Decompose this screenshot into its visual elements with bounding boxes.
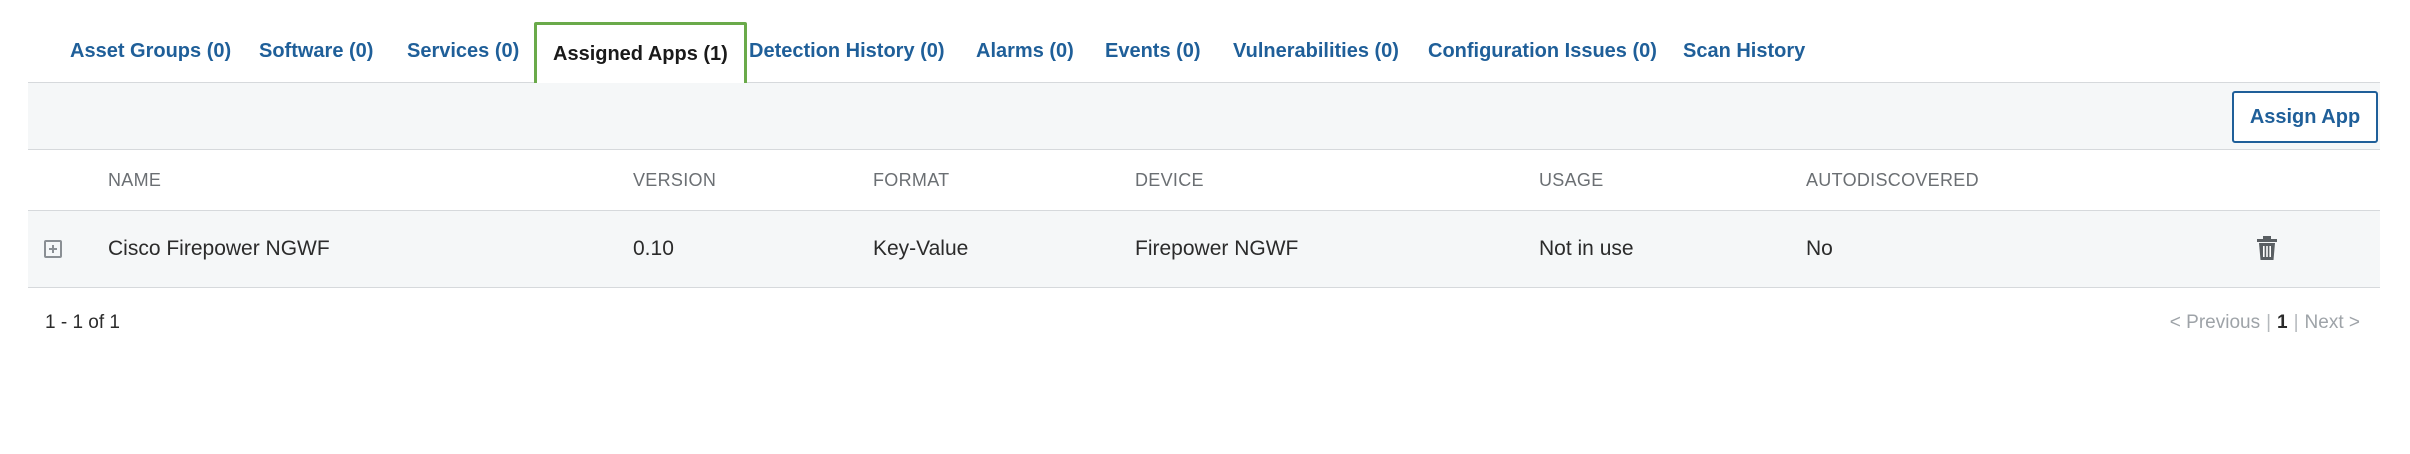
pagination: < Previous | 1 | Next > [2170, 312, 2360, 334]
tab-configuration-issues[interactable]: Configuration Issues (0) [1428, 20, 1657, 82]
pagination-summary: 1 - 1 of 1 [45, 312, 120, 333]
table-row[interactable]: Cisco Firepower NGWF 0.10 Key-Value Fire… [28, 211, 2380, 288]
tab-asset-groups[interactable]: Asset Groups (0) [70, 20, 231, 82]
column-header-name[interactable]: NAME [108, 150, 161, 210]
column-header-usage[interactable]: USAGE [1539, 150, 1604, 210]
column-header-autodiscovered[interactable]: AUTODISCOVERED [1806, 150, 1979, 210]
cell-name: Cisco Firepower NGWF [108, 237, 330, 260]
trash-icon[interactable] [2256, 235, 2278, 261]
previous-page-link[interactable]: < Previous [2170, 312, 2260, 334]
cell-format: Key-Value [873, 237, 969, 260]
cell-version: 0.10 [633, 237, 674, 260]
expand-plus-icon[interactable] [44, 240, 62, 258]
tab-detection-history[interactable]: Detection History (0) [749, 20, 945, 82]
cell-autodiscovered: No [1806, 237, 1833, 260]
assign-app-button[interactable]: Assign App [2232, 91, 2378, 143]
table-toolbar: Assign App [28, 83, 2380, 150]
pager-separator: | [2266, 312, 2272, 333]
table-header: NAME VERSION FORMAT DEVICE USAGE AUTODIS… [28, 150, 2380, 211]
current-page[interactable]: 1 [2277, 312, 2288, 334]
tab-assigned-apps[interactable]: Assigned Apps (1) [534, 22, 747, 86]
column-header-version[interactable]: VERSION [633, 150, 716, 210]
tab-software[interactable]: Software (0) [259, 20, 373, 82]
tab-alarms[interactable]: Alarms (0) [976, 20, 1074, 82]
tab-scan-history[interactable]: Scan History [1683, 20, 1805, 82]
tab-bar: Asset Groups (0) Software (0) Services (… [28, 20, 2380, 86]
tab-services[interactable]: Services (0) [407, 20, 519, 82]
tab-vulnerabilities[interactable]: Vulnerabilities (0) [1233, 20, 1399, 82]
pager-separator: | [2293, 312, 2299, 333]
next-page-link[interactable]: Next > [2305, 312, 2360, 334]
column-header-format[interactable]: FORMAT [873, 150, 949, 210]
cell-usage: Not in use [1539, 237, 1634, 260]
tab-events[interactable]: Events (0) [1105, 20, 1201, 82]
cell-device: Firepower NGWF [1135, 237, 1299, 260]
column-header-device[interactable]: DEVICE [1135, 150, 1204, 210]
